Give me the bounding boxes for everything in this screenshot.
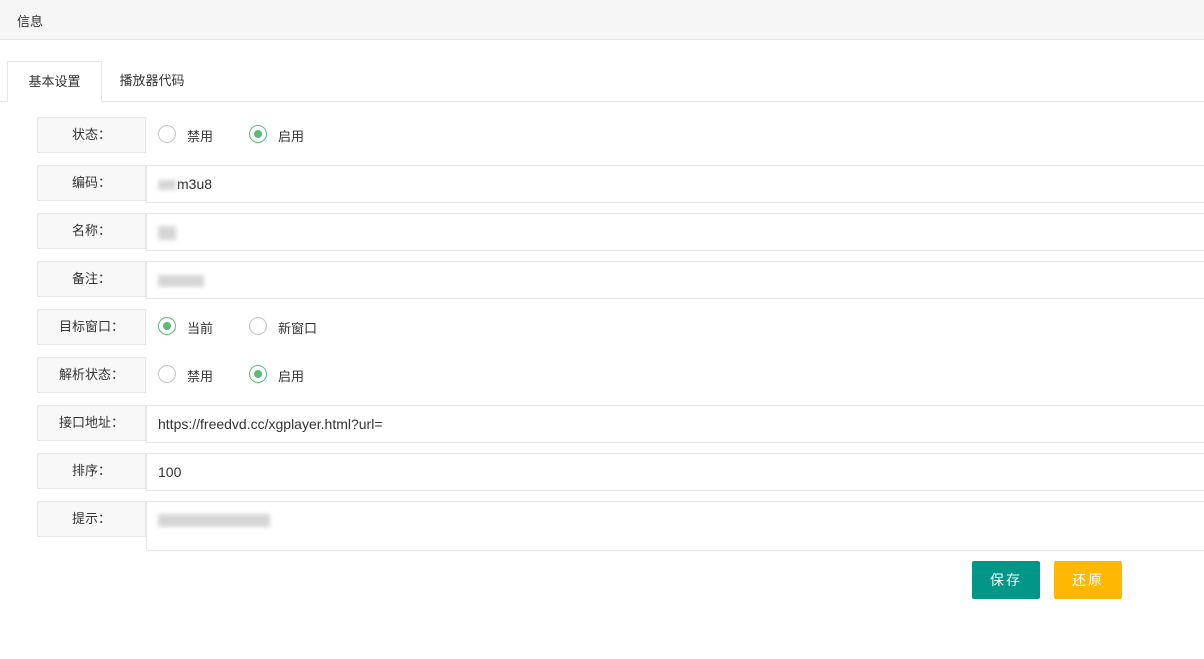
reset-button[interactable]: 还原 (1054, 561, 1122, 599)
redacted-text (158, 275, 204, 288)
radio-checked-icon (249, 125, 267, 143)
tab-bar: 基本设置 播放器代码 (0, 61, 1204, 102)
redacted-text (158, 180, 176, 191)
parse-status-label: 解析状态： (37, 357, 146, 393)
target-window-radio-group: 当前 新窗口 (146, 309, 1204, 345)
name-input[interactable] (146, 213, 1204, 251)
tab-player-code[interactable]: 播放器代码 (102, 61, 202, 102)
redacted-text (158, 513, 270, 527)
status-radio-group: 禁用 启用 (146, 117, 1204, 153)
remark-input[interactable] (146, 261, 1204, 299)
radio-circle-icon (249, 317, 267, 335)
code-value: m3u8 (177, 176, 213, 192)
radio-checked-icon (249, 365, 267, 383)
code-input[interactable]: m3u8 (146, 165, 1204, 203)
api-url-input[interactable]: https://freedvd.cc/xgplayer.html?url= (146, 405, 1204, 443)
target-window-label: 目标窗口： (37, 309, 146, 345)
sort-value: 100 (158, 464, 182, 480)
name-label: 名称： (37, 213, 146, 249)
page-title: 信息 (17, 14, 44, 29)
tip-label: 提示： (37, 501, 146, 537)
parse-status-radio-group: 禁用 启用 (146, 357, 1204, 393)
radio-circle-icon (158, 365, 176, 383)
redacted-text (158, 226, 176, 241)
radio-checked-icon (158, 317, 176, 335)
api-url-value: https://freedvd.cc/xgplayer.html?url= (158, 416, 383, 432)
radio-circle-icon (158, 125, 176, 143)
tip-textarea[interactable] (146, 501, 1204, 551)
page-header: 信息 (0, 0, 1204, 40)
tab-divider (0, 101, 1204, 102)
sort-input[interactable]: 100 (146, 453, 1204, 491)
remark-label: 备注： (37, 261, 146, 297)
api-url-label: 接口地址： (37, 405, 146, 441)
code-label: 编码： (37, 165, 146, 201)
status-label: 状态： (37, 117, 146, 153)
save-button[interactable]: 保存 (972, 561, 1040, 599)
sort-label: 排序： (37, 453, 146, 489)
tab-basic-settings[interactable]: 基本设置 (7, 61, 102, 102)
